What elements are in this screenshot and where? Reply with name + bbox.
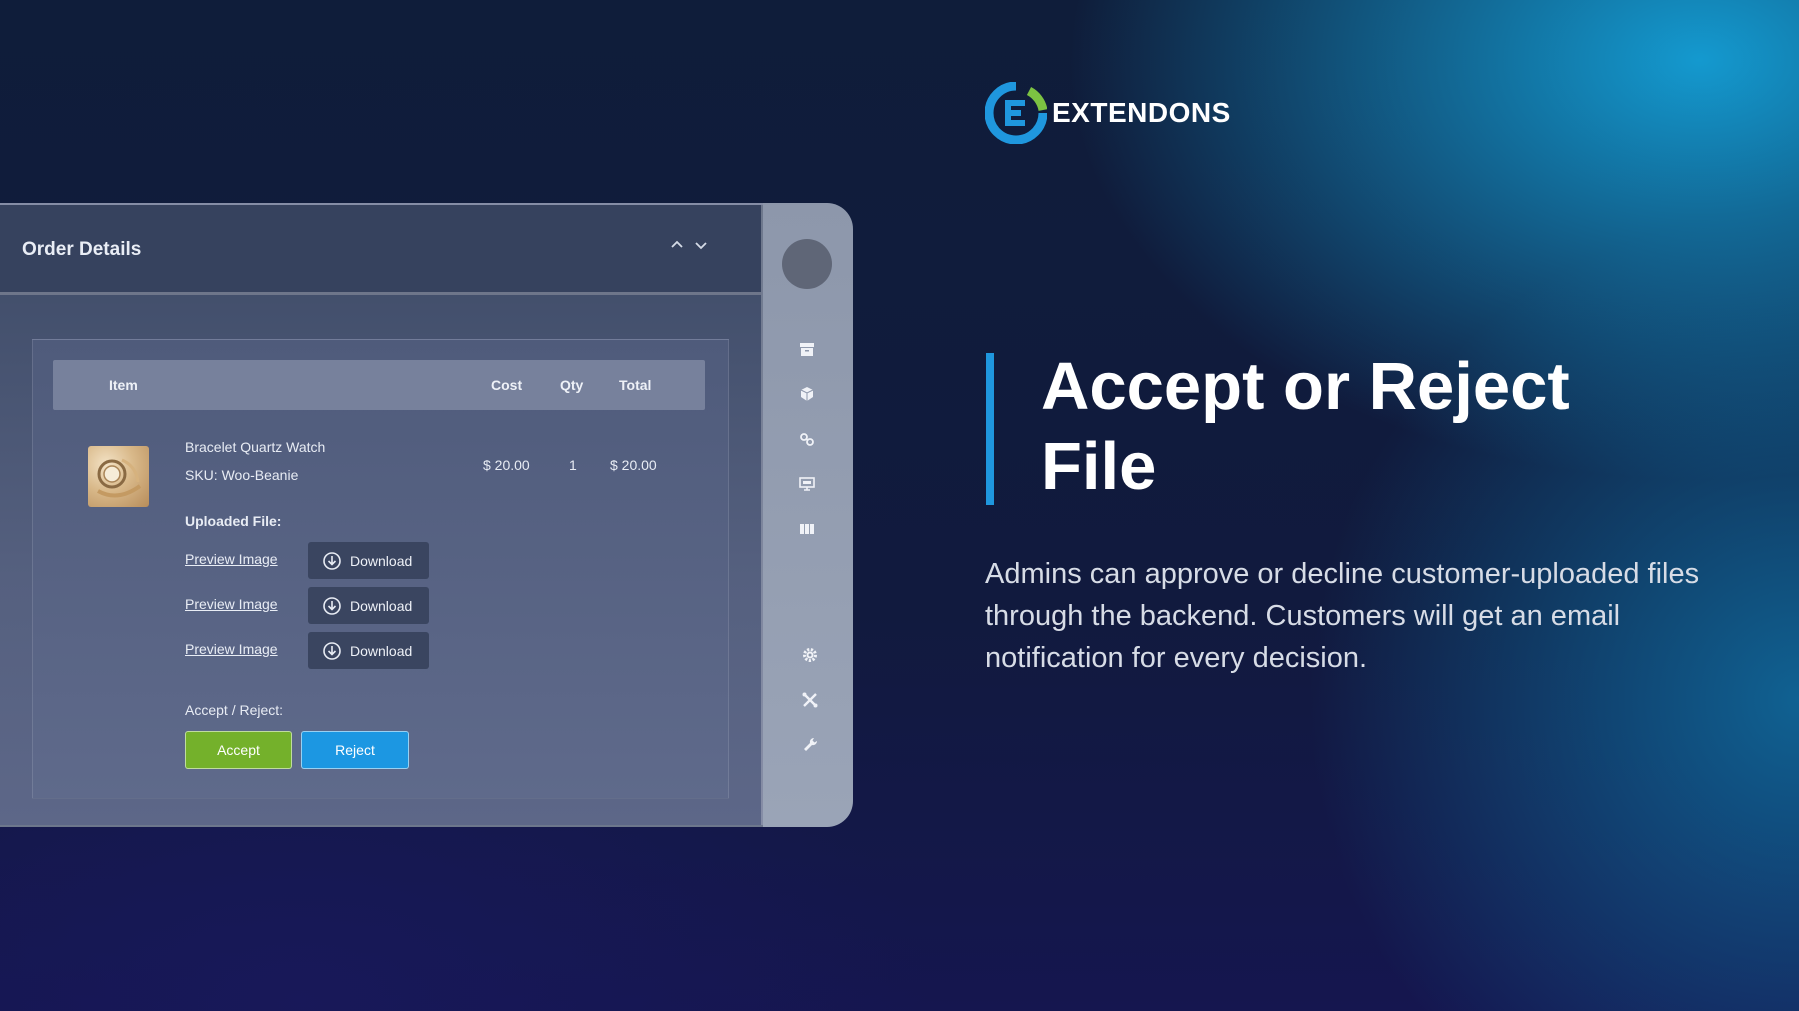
- accept-reject-label: Accept / Reject:: [185, 702, 284, 718]
- download-icon: [322, 641, 342, 661]
- preview-image-link[interactable]: Preview Image: [185, 641, 278, 657]
- archive-icon[interactable]: [798, 340, 816, 358]
- headline-line-2: File: [1041, 429, 1157, 504]
- extendons-logo-icon: [985, 82, 1047, 144]
- cross-tools-icon[interactable]: [801, 691, 819, 709]
- uploaded-file-label: Uploaded File:: [185, 513, 282, 529]
- preview-image-link[interactable]: Preview Image: [185, 596, 278, 612]
- cube-icon[interactable]: [798, 385, 816, 403]
- wrench-icon[interactable]: [801, 736, 819, 754]
- gear-icon[interactable]: [801, 646, 819, 664]
- monitor-icon[interactable]: [798, 475, 816, 493]
- watch-image-icon: [97, 458, 142, 498]
- brand-name: EXTENDONS: [1052, 97, 1231, 128]
- product-thumbnail: [88, 446, 149, 507]
- item-total: $ 20.00: [610, 457, 657, 473]
- chevron-up-icon[interactable]: [669, 238, 685, 254]
- item-qty: 1: [569, 457, 577, 473]
- download-icon: [322, 551, 342, 571]
- panel-title: Order Details: [22, 239, 142, 260]
- product-name: Bracelet Quartz Watch: [185, 439, 326, 455]
- grid-icon[interactable]: [798, 520, 816, 538]
- header-cost: Cost: [491, 377, 523, 393]
- header-qty: Qty: [560, 377, 584, 393]
- panel-header: Order Details: [0, 205, 761, 295]
- admin-sidebar: [763, 203, 853, 827]
- avatar[interactable]: [782, 239, 832, 289]
- download-label: Download: [350, 552, 413, 569]
- reject-button[interactable]: Reject: [301, 731, 409, 769]
- download-label: Download: [350, 642, 413, 659]
- chevron-down-icon[interactable]: [693, 238, 709, 254]
- download-button[interactable]: Download: [308, 632, 429, 669]
- header-total: Total: [619, 377, 652, 393]
- product-sku: SKU: Woo-Beanie: [185, 467, 299, 483]
- hero-description: Admins can approve or decline customer-u…: [985, 558, 1700, 674]
- header-item: Item: [109, 377, 138, 393]
- download-label: Download: [350, 597, 413, 614]
- download-button[interactable]: Download: [308, 587, 429, 624]
- link-icon[interactable]: [798, 430, 816, 448]
- hero-headline: Accept or Reject File: [1041, 347, 1661, 507]
- table-header: Item Cost Qty Total: [53, 360, 705, 410]
- download-icon: [322, 596, 342, 616]
- preview-image-link[interactable]: Preview Image: [185, 551, 278, 567]
- download-button[interactable]: Download: [308, 542, 429, 579]
- headline-line-1: Accept or Reject: [1041, 349, 1570, 424]
- item-cost: $ 20.00: [483, 457, 530, 473]
- accept-button[interactable]: Accept: [185, 731, 292, 769]
- accent-bar: [986, 353, 994, 505]
